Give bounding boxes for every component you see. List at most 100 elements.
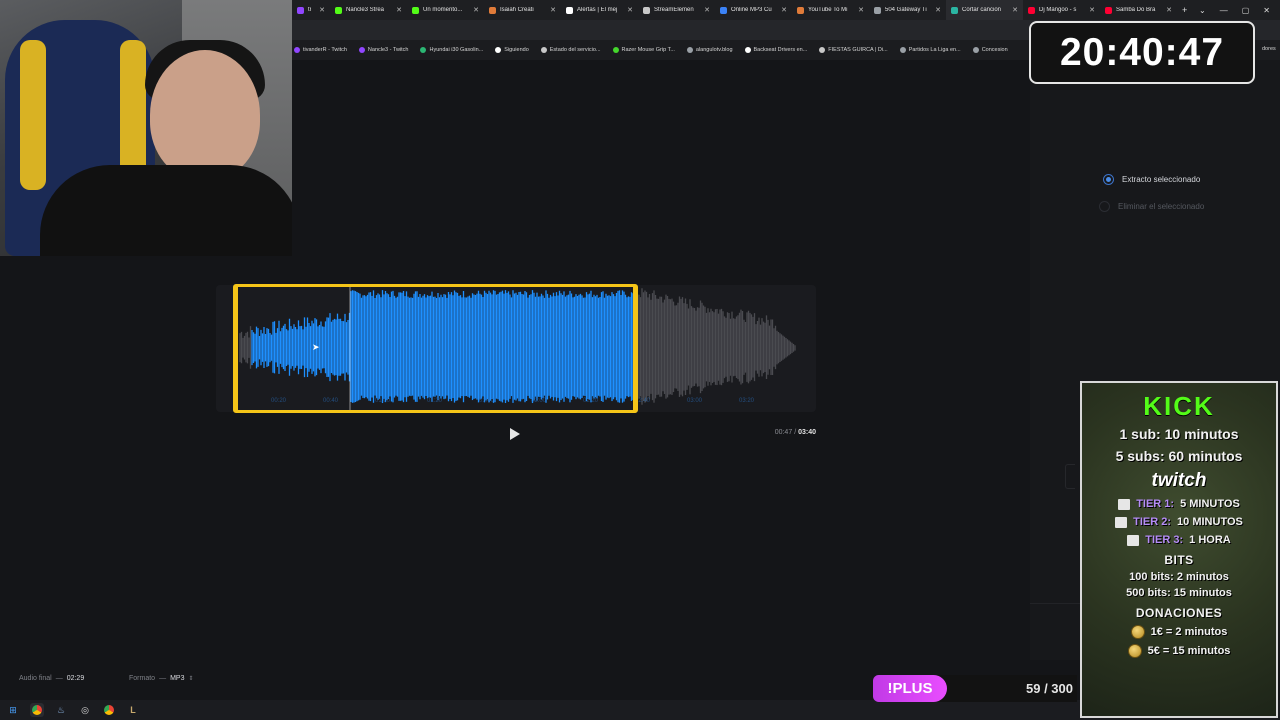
bits-line-1: 100 bits: 2 minutos: [1129, 571, 1229, 583]
browser-tab[interactable]: tra e ✕: [292, 0, 330, 20]
tab-favicon-icon: [720, 6, 727, 14]
bookmark-item[interactable]: FIESTAS GUIRCA | Di...: [819, 47, 888, 53]
twitch-tier-row: Tier 1: 5 minutos: [1082, 498, 1276, 510]
bookmark-item[interactable]: Siguiendo: [495, 47, 529, 53]
bookmark-label: Razer Mouse Grip T...: [621, 47, 675, 53]
tab-label: Alertas | El mej: [577, 7, 618, 13]
browser-tab[interactable]: Isaiah Creati ✕: [484, 0, 561, 20]
browser-tab[interactable]: 504 Gateway Ti ✕: [869, 0, 946, 20]
browser-tab[interactable]: Online MP3 Cu ✕: [715, 0, 792, 20]
browser-tab[interactable]: Samba Do Bra ✕: [1100, 0, 1177, 20]
tab-favicon-icon: [489, 6, 496, 14]
browser-tab[interactable]: YouTube To Mi ✕: [792, 0, 869, 20]
browser-tab[interactable]: Cortar cancion ✕: [946, 0, 1023, 20]
total-time: 03:40: [798, 429, 816, 436]
browser-tab[interactable]: Dj Mangoo - s ✕: [1023, 0, 1100, 20]
donation-row-2: 5€ = 15 minutos: [1082, 644, 1276, 658]
tab-close-icon[interactable]: ✕: [858, 6, 864, 14]
tab-close-icon[interactable]: ✕: [935, 6, 941, 14]
streamer-shirt: [40, 165, 292, 256]
bookmark-item[interactable]: Razer Mouse Grip T...: [612, 47, 675, 53]
bookmark-label: alangulotv.blog: [695, 47, 733, 53]
new-tab-button[interactable]: +: [1177, 0, 1192, 20]
browser-tab[interactable]: Nancle3 Strea ✕: [330, 0, 407, 20]
tab-close-icon[interactable]: ✕: [1012, 6, 1018, 14]
audio-final-label: Audio final: [19, 675, 52, 682]
bookmark-favicon-icon: [972, 47, 979, 53]
twitch-glitch-icon: [1118, 498, 1131, 510]
tab-favicon-icon: [874, 6, 881, 14]
bookmark-favicon-icon: [686, 47, 693, 53]
plus-badge: !PLUS: [873, 675, 947, 702]
option-remove-selection[interactable]: Eliminar el seleccionado: [1099, 201, 1204, 212]
bookmark-favicon-icon: [495, 47, 502, 53]
tab-close-icon[interactable]: ✕: [627, 6, 633, 14]
tab-close-icon[interactable]: ✕: [1089, 6, 1095, 14]
tabs-container: tra e✕Nancle3 Strea✕Un momento...✕Isaiah…: [292, 0, 1177, 20]
tab-favicon-icon: [951, 6, 958, 14]
tab-favicon-icon: [1105, 6, 1112, 14]
radio-unselected-icon[interactable]: [1099, 201, 1110, 212]
chrome-icon[interactable]: [30, 703, 44, 717]
radio-selected-icon[interactable]: [1103, 174, 1114, 185]
chrome-profile-icon[interactable]: [102, 703, 116, 717]
panel-divider: [1030, 603, 1080, 604]
windows-start-icon[interactable]: ⊞: [6, 703, 20, 717]
bookmark-favicon-icon: [819, 47, 826, 53]
tab-close-icon[interactable]: ✕: [1166, 6, 1172, 14]
tab-label: Un momento...: [423, 7, 463, 13]
league-icon[interactable]: L: [126, 703, 140, 717]
bookmark-favicon-icon: [420, 47, 427, 53]
format-selector[interactable]: Formato — MP3 ⇕: [129, 675, 194, 682]
twitch-tier-row: Tier 3: 1 hora: [1082, 534, 1276, 546]
dash: —: [55, 675, 63, 682]
selection-handles[interactable]: [233, 284, 638, 413]
tab-close-icon[interactable]: ✕: [396, 6, 402, 14]
chair-stripe-left: [20, 40, 46, 190]
chevron-down-icon[interactable]: ⌄: [1199, 6, 1206, 15]
bookmark-overflow[interactable]: dores: [1262, 46, 1276, 52]
maximize-icon[interactable]: ▢: [1242, 6, 1250, 15]
donation-line-2: 5€ = 15 minutos: [1147, 645, 1231, 657]
current-time: 00:47: [774, 429, 793, 436]
option-keep-selection[interactable]: Extracto seleccionado: [1103, 174, 1200, 185]
bookmark-item[interactable]: Partidos La Liga en...: [899, 47, 961, 53]
browser-tab-bar: tra e✕Nancle3 Strea✕Un momento...✕Isaiah…: [292, 0, 1280, 20]
tier-value: 10 minutos: [1177, 516, 1243, 528]
bookmark-item[interactable]: tivanderR - Twitch: [294, 47, 347, 53]
tab-label: Nancle3 Strea: [346, 7, 385, 13]
tab-close-icon[interactable]: ✕: [704, 6, 710, 14]
bookmark-item[interactable]: Estado del servicio...: [540, 47, 601, 53]
tab-label: tra e: [308, 7, 311, 13]
webcam-feed: [0, 0, 292, 256]
format-value[interactable]: MP3: [170, 675, 184, 682]
close-icon[interactable]: ✕: [1263, 6, 1270, 15]
tab-close-icon[interactable]: ✕: [550, 6, 556, 14]
play-button[interactable]: [507, 426, 523, 442]
bookmark-favicon-icon: [358, 47, 365, 53]
tab-close-icon[interactable]: ✕: [319, 6, 325, 14]
tab-label: Dj Mangoo - s: [1039, 7, 1077, 13]
browser-tab[interactable]: Un momento... ✕: [407, 0, 484, 20]
bookmark-item[interactable]: Concesion: [972, 47, 1008, 53]
tier-label: Tier 3:: [1145, 534, 1184, 546]
bits-line-2: 500 bits: 15 minutos: [1126, 587, 1232, 599]
bookmark-item[interactable]: alangulotv.blog: [686, 47, 733, 53]
option-keep-label: Extracto seleccionado: [1122, 175, 1201, 184]
bookmark-item[interactable]: Backseat Drivers en...: [744, 47, 807, 53]
bookmark-label: FIESTAS GUIRCA | Di...: [828, 47, 888, 53]
bookmark-item[interactable]: Hyundai i30 Gasolin...: [420, 47, 483, 53]
browser-tab[interactable]: StreamElemen ✕: [638, 0, 715, 20]
obs-icon[interactable]: ◎: [78, 703, 92, 717]
audio-final-value: 02:29: [66, 675, 85, 682]
tab-favicon-icon: [412, 6, 419, 14]
tier-value: 5 minutos: [1180, 498, 1240, 510]
play-icon: [510, 428, 520, 440]
bookmark-item[interactable]: Nancle3 - Twitch: [358, 47, 408, 53]
chevron-updown-icon[interactable]: ⇕: [188, 675, 193, 682]
minimize-icon[interactable]: —: [1220, 6, 1228, 15]
tab-close-icon[interactable]: ✕: [473, 6, 479, 14]
tab-close-icon[interactable]: ✕: [781, 6, 787, 14]
browser-tab[interactable]: Alertas | El mej ✕: [561, 0, 638, 20]
steam-icon[interactable]: ♨: [54, 703, 68, 717]
